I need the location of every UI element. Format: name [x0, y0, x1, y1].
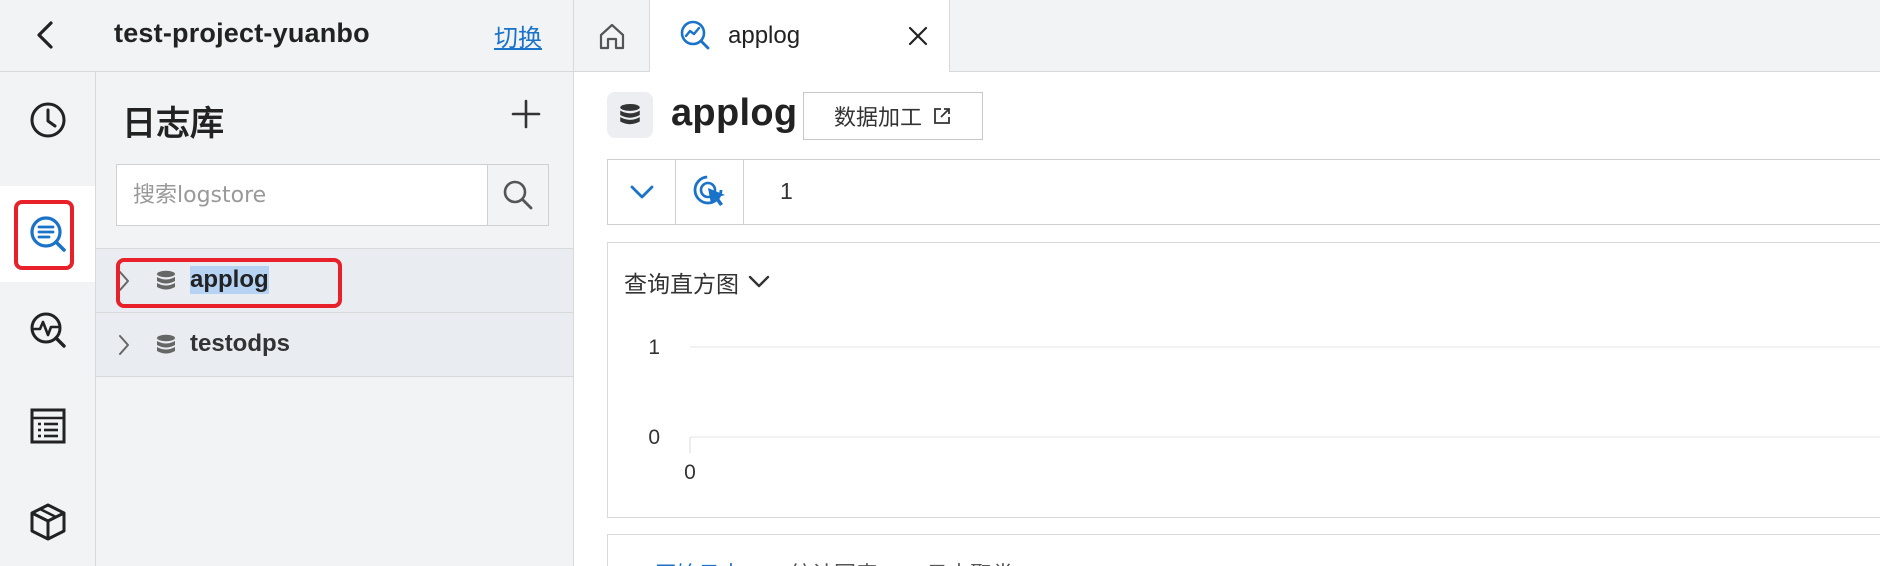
divider [96, 376, 573, 377]
histogram-title: 查询直方图 [624, 272, 739, 298]
interactive-query-button[interactable] [676, 160, 744, 224]
chevron-right-icon[interactable] [116, 269, 132, 293]
top-bar: test-project-yuanbo 切换 applog [0, 0, 1880, 72]
results-tabs: 原始日志 统计图表 日志聚类 [654, 557, 1014, 566]
rail-item-reports[interactable] [0, 378, 95, 474]
query-line-number: 1 [780, 178, 793, 204]
query-chart-icon [680, 20, 710, 50]
database-icon [157, 270, 175, 290]
rail-item-monitor[interactable] [0, 282, 95, 378]
home-icon [599, 23, 624, 49]
add-logstore-button[interactable] [506, 94, 546, 134]
results-card: 原始日志 统计图表 日志聚类 [607, 534, 1880, 566]
logstore-search-input[interactable] [116, 164, 488, 226]
chevron-down-icon [748, 275, 770, 288]
logstore-name: testodps [190, 330, 291, 357]
logstore-item-testodps[interactable]: testodps [96, 312, 573, 376]
close-icon [908, 26, 928, 46]
rail-item-logstore[interactable] [0, 186, 95, 282]
chevron-left-icon [37, 21, 53, 49]
tab-label: applog [728, 22, 801, 49]
tab-applog[interactable]: applog [650, 0, 950, 72]
collapse-query-button[interactable] [608, 160, 676, 224]
clock-icon [30, 102, 65, 138]
close-tab-button[interactable] [904, 22, 932, 50]
logstore-name: applog [190, 266, 269, 294]
logstore-search-button[interactable] [487, 164, 549, 226]
rail-item-history[interactable] [0, 72, 95, 168]
y-tick-label: 0 [648, 426, 660, 449]
home-tab[interactable] [574, 0, 650, 71]
page-title: applog [671, 92, 798, 134]
data-processing-button[interactable]: 数据加工 [803, 92, 983, 140]
switch-project-link[interactable]: 切换 [494, 18, 542, 53]
histogram-chart: 1 0 0 [648, 336, 1880, 484]
data-processing-label: 数据加工 [833, 106, 922, 131]
logstore-panel: 日志库 applog testodps [96, 72, 574, 566]
tab-log-clustering[interactable]: 日志聚类 [926, 557, 1014, 566]
icon-rail [0, 72, 96, 566]
plus-icon [511, 99, 541, 129]
tab-raw-logs[interactable]: 原始日志 [654, 557, 742, 566]
search-icon [503, 180, 533, 210]
logstore-badge [607, 92, 653, 138]
panel-title: 日志库 [122, 104, 224, 144]
chevron-down-icon [630, 185, 653, 199]
logstore-item-applog[interactable]: applog [96, 248, 573, 312]
x-tick-label: 0 [684, 461, 696, 484]
rail-item-packages[interactable] [0, 474, 95, 566]
package-box-icon [30, 503, 65, 541]
query-editor[interactable]: 1 [607, 159, 1880, 225]
chevron-right-icon[interactable] [116, 333, 132, 357]
histogram-toggle[interactable]: 查询直方图 [624, 265, 771, 299]
histogram-card: 1 0 0 查询直方图 [607, 242, 1880, 518]
database-icon [157, 334, 175, 354]
monitor-search-icon [30, 312, 66, 348]
main-content: applog 数据加工 1 1 0 0 查询直方图 [575, 72, 1880, 566]
database-icon [620, 103, 640, 125]
cursor-click-icon [693, 175, 725, 206]
tab-charts[interactable]: 统计图表 [790, 557, 878, 566]
project-name: test-project-yuanbo [114, 18, 370, 48]
back-button[interactable] [26, 16, 64, 54]
tab-bar-empty [950, 0, 1880, 71]
logstore-search-icon [29, 216, 66, 252]
project-header: test-project-yuanbo 切换 [0, 0, 574, 71]
external-link-icon [934, 108, 950, 124]
y-tick-label: 1 [648, 336, 660, 359]
report-list-icon [30, 408, 65, 444]
